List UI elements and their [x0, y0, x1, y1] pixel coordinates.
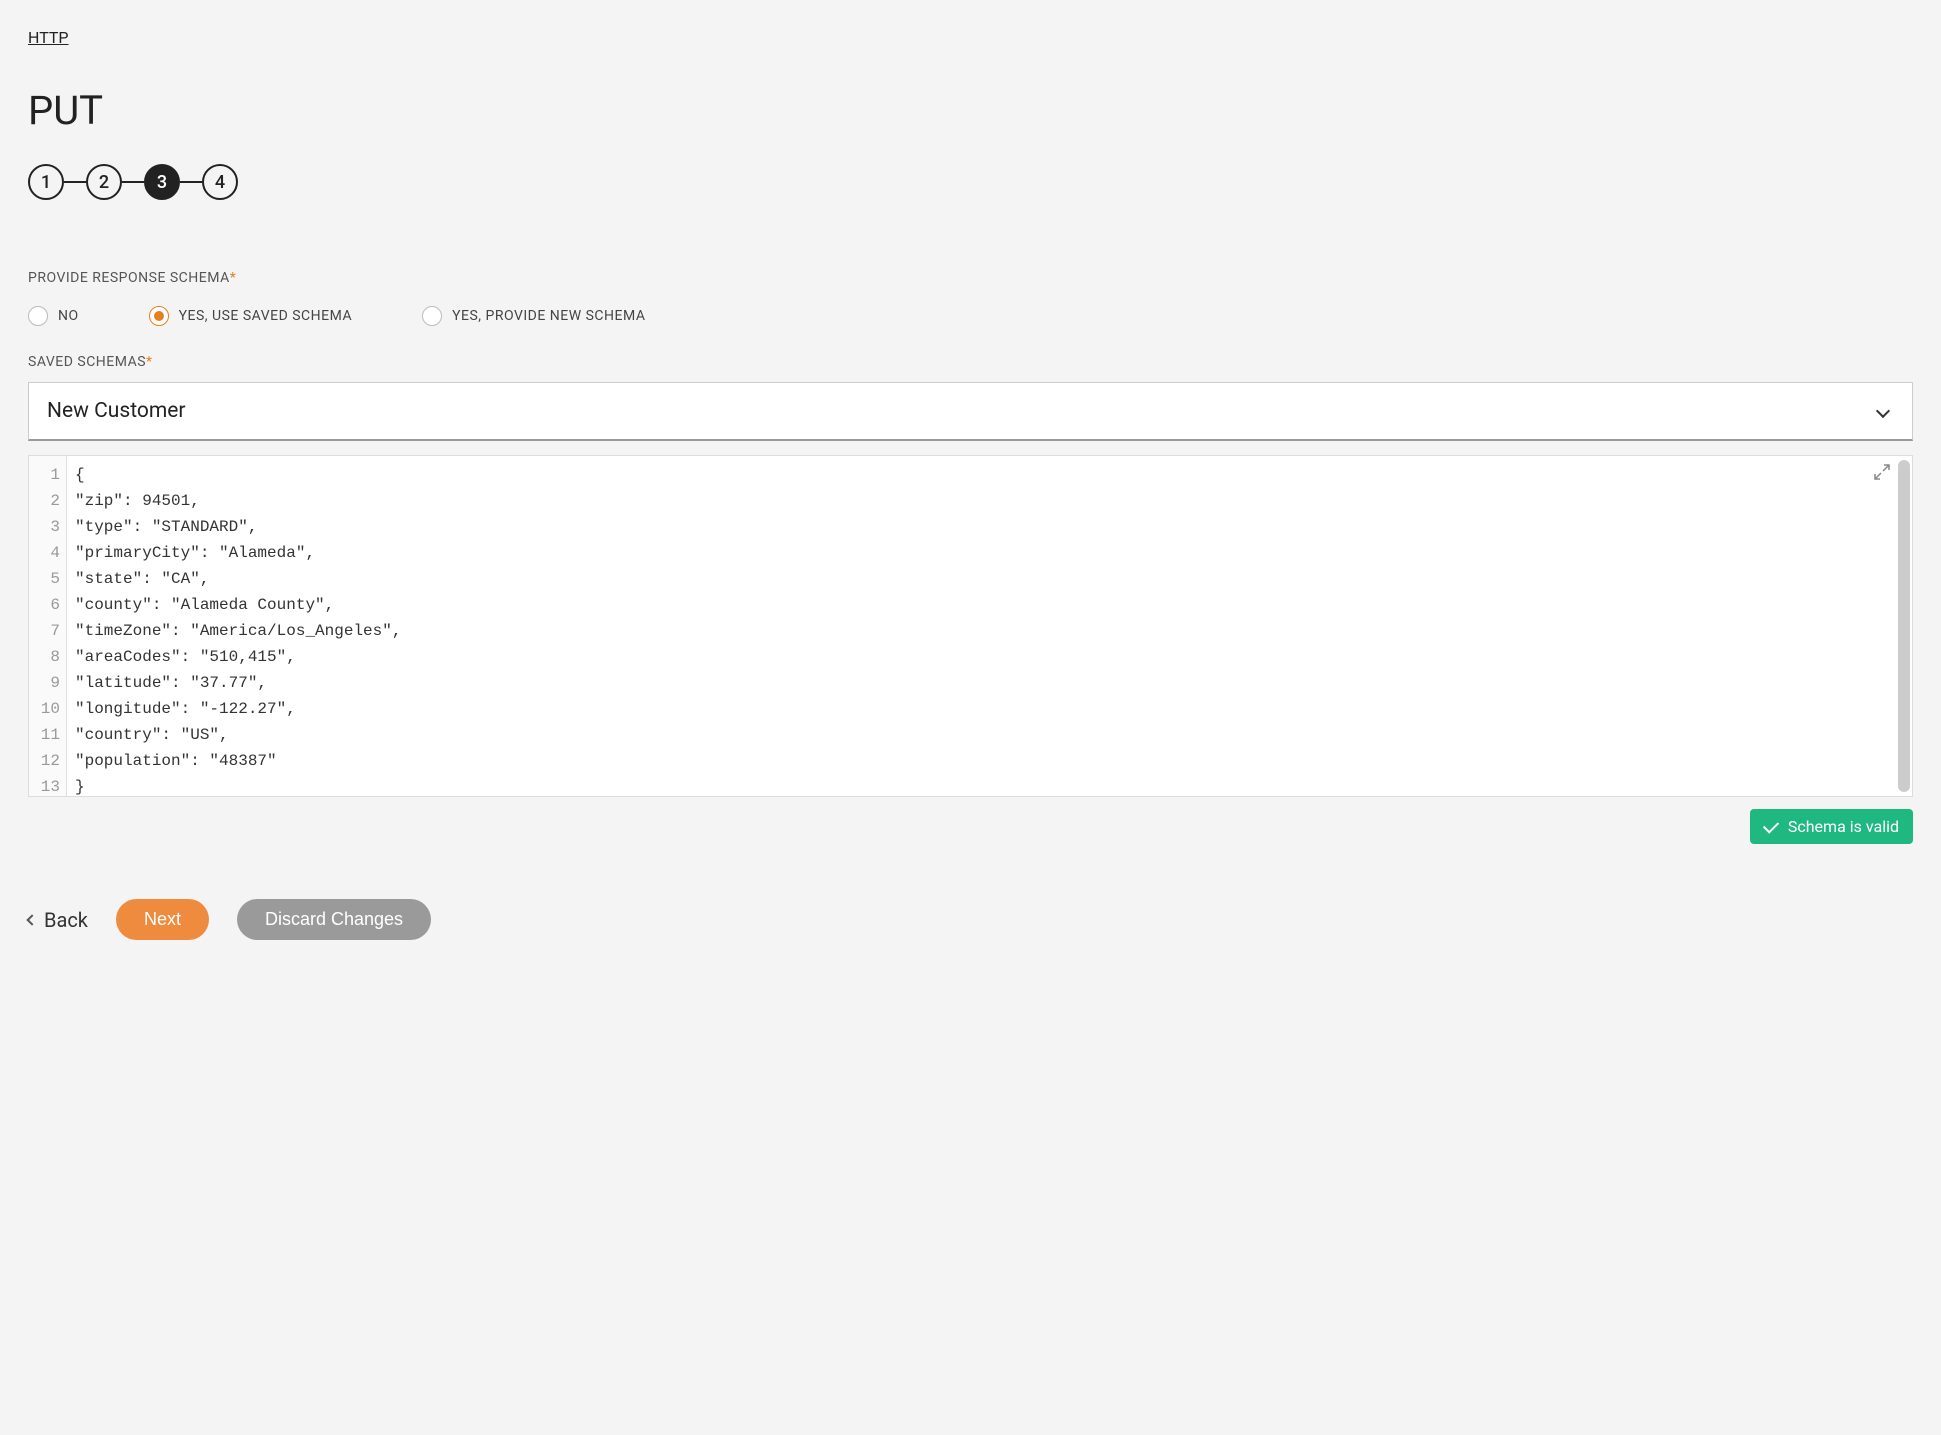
status-text: Schema is valid: [1788, 817, 1899, 836]
code-content[interactable]: {"zip": 94501,"type": "STANDARD","primar…: [67, 456, 1912, 796]
check-icon: [1763, 817, 1779, 833]
schema-valid-badge: Schema is valid: [1750, 809, 1913, 844]
chevron-down-icon: [1876, 404, 1890, 418]
step-1[interactable]: 1: [28, 164, 64, 200]
code-editor[interactable]: 12345678910111213 {"zip": 94501,"type": …: [28, 455, 1913, 797]
saved-schemas-select[interactable]: New Customer: [28, 382, 1913, 441]
radio-option-use-saved[interactable]: YES, USE SAVED SCHEMA: [149, 306, 352, 326]
step-connector: [180, 181, 202, 183]
saved-schemas-select-wrapper: New Customer: [28, 382, 1913, 441]
radio-label: NO: [58, 308, 79, 324]
back-label: Back: [44, 908, 88, 932]
next-button[interactable]: Next: [116, 899, 209, 940]
radio-option-no[interactable]: NO: [28, 306, 79, 326]
radio-label: YES, USE SAVED SCHEMA: [179, 308, 352, 324]
step-connector: [64, 181, 86, 183]
radio-icon: [422, 306, 442, 326]
step-4[interactable]: 4: [202, 164, 238, 200]
step-connector: [122, 181, 144, 183]
radio-label: YES, PROVIDE NEW SCHEMA: [452, 308, 645, 324]
step-2[interactable]: 2: [86, 164, 122, 200]
expand-icon[interactable]: [1874, 464, 1890, 480]
radio-option-new-schema[interactable]: YES, PROVIDE NEW SCHEMA: [422, 306, 645, 326]
radio-icon: [149, 306, 169, 326]
saved-schemas-label: SAVED SCHEMAS*: [28, 354, 1913, 370]
radio-icon: [28, 306, 48, 326]
footer-buttons: Back Next Discard Changes: [28, 899, 1913, 940]
required-asterisk: *: [146, 354, 153, 370]
code-gutter: 12345678910111213: [29, 456, 67, 796]
response-schema-label: PROVIDE RESPONSE SCHEMA*: [28, 270, 1913, 286]
discard-button[interactable]: Discard Changes: [237, 899, 431, 940]
back-button[interactable]: Back: [28, 908, 88, 932]
radio-group-response-schema: NO YES, USE SAVED SCHEMA YES, PROVIDE NE…: [28, 306, 1913, 326]
scrollbar[interactable]: [1898, 460, 1910, 792]
page-title: PUT: [28, 87, 1913, 134]
stepper: 1 2 3 4: [28, 164, 1913, 200]
required-asterisk: *: [230, 270, 237, 286]
chevron-left-icon: [26, 914, 37, 925]
breadcrumb-link[interactable]: HTTP: [28, 28, 69, 47]
select-value: New Customer: [47, 399, 186, 423]
step-3[interactable]: 3: [144, 164, 180, 200]
